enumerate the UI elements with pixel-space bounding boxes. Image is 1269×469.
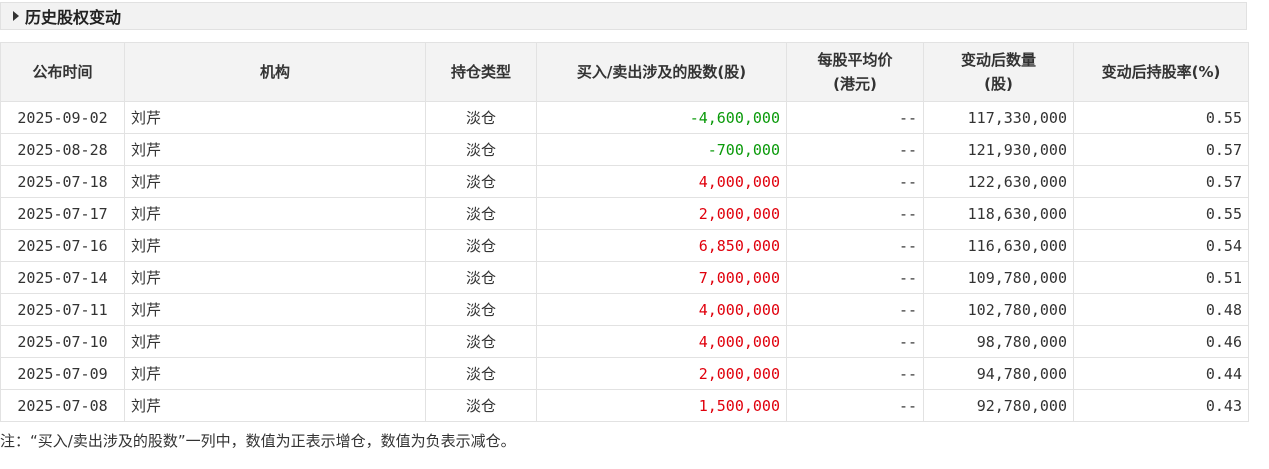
table-row: 2025-07-09 刘芹 淡仓 2,000,000 -- 94,780,000 0.44 xyxy=(0,357,1249,390)
table-row: 2025-09-02 刘芹 淡仓 -4,600,000 -- 117,330,000 0.5… xyxy=(0,101,1249,134)
cell-after-ratio: 0.43 xyxy=(1073,389,1249,422)
cell-after-ratio: 0.51 xyxy=(1073,261,1249,294)
col-header-after-qty: 变动后数量 (股) xyxy=(923,42,1074,102)
cell-after-qty: 122,630,000 xyxy=(923,165,1074,198)
cell-org: 刘芹 xyxy=(124,197,426,230)
cell-org: 刘芹 xyxy=(124,165,426,198)
cell-after-qty: 118,630,000 xyxy=(923,197,1074,230)
cell-type: 淡仓 xyxy=(425,229,537,262)
cell-org: 刘芹 xyxy=(124,261,426,294)
cell-date: 2025-07-18 xyxy=(0,165,125,198)
cell-type: 淡仓 xyxy=(425,261,537,294)
cell-after-ratio: 0.44 xyxy=(1073,357,1249,390)
equity-change-table: 公布时间 机构 持仓类型 买入/卖出涉及的股数(股) 每股平均价 (港元) 变动… xyxy=(0,42,1249,422)
footnote: 注：“买入/卖出涉及的股数”一列中，数值为正表示增仓，数值为负表示减仓。 xyxy=(0,432,516,450)
cell-after-qty: 102,780,000 xyxy=(923,293,1074,326)
col-header-after-qty-line2: (股) xyxy=(984,75,1013,93)
col-header-after-qty-line1: 变动后数量 xyxy=(960,51,1036,69)
cell-type: 淡仓 xyxy=(425,325,537,358)
cell-shares: -700,000 xyxy=(536,133,787,166)
section-title: 历史股权变动 xyxy=(25,8,122,27)
cell-org: 刘芹 xyxy=(124,101,426,134)
cell-avg-price: -- xyxy=(786,197,924,230)
cell-after-qty: 109,780,000 xyxy=(923,261,1074,294)
col-header-avg-price: 每股平均价 (港元) xyxy=(786,42,924,102)
table-row: 2025-07-08 刘芹 淡仓 1,500,000 -- 92,780,000 0.43 xyxy=(0,389,1249,422)
cell-after-qty: 117,330,000 xyxy=(923,101,1074,134)
cell-type: 淡仓 xyxy=(425,197,537,230)
cell-type: 淡仓 xyxy=(425,133,537,166)
cell-after-ratio: 0.55 xyxy=(1073,197,1249,230)
cell-after-qty: 92,780,000 xyxy=(923,389,1074,422)
cell-date: 2025-07-10 xyxy=(0,325,125,358)
cell-avg-price: -- xyxy=(786,357,924,390)
table-row: 2025-07-10 刘芹 淡仓 4,000,000 -- 98,780,000 0.46 xyxy=(0,325,1249,358)
cell-avg-price: -- xyxy=(786,101,924,134)
cell-shares: 2,000,000 xyxy=(536,197,787,230)
caret-right-icon[interactable] xyxy=(13,11,19,21)
cell-shares: 2,000,000 xyxy=(536,357,787,390)
cell-avg-price: -- xyxy=(786,261,924,294)
cell-after-ratio: 0.57 xyxy=(1073,165,1249,198)
cell-org: 刘芹 xyxy=(124,325,426,358)
table-row: 2025-07-14 刘芹 淡仓 7,000,000 -- 109,780,000 0.51 xyxy=(0,261,1249,294)
cell-org: 刘芹 xyxy=(124,357,426,390)
cell-after-ratio: 0.48 xyxy=(1073,293,1249,326)
cell-org: 刘芹 xyxy=(124,389,426,422)
col-header-type: 持仓类型 xyxy=(425,42,537,102)
col-header-after-ratio: 变动后持股率(%) xyxy=(1073,42,1249,102)
cell-after-ratio: 0.55 xyxy=(1073,101,1249,134)
cell-date: 2025-07-08 xyxy=(0,389,125,422)
section-header[interactable]: 历史股权变动 xyxy=(0,2,1247,30)
cell-after-ratio: 0.46 xyxy=(1073,325,1249,358)
cell-avg-price: -- xyxy=(786,389,924,422)
table-row: 2025-07-17 刘芹 淡仓 2,000,000 -- 118,630,000 0.55 xyxy=(0,197,1249,230)
table-header-row: 公布时间 机构 持仓类型 买入/卖出涉及的股数(股) 每股平均价 (港元) 变动… xyxy=(0,42,1249,102)
cell-type: 淡仓 xyxy=(425,357,537,390)
cell-shares: 7,000,000 xyxy=(536,261,787,294)
cell-shares: 4,000,000 xyxy=(536,325,787,358)
col-header-date: 公布时间 xyxy=(0,42,125,102)
cell-type: 淡仓 xyxy=(425,101,537,134)
col-header-shares: 买入/卖出涉及的股数(股) xyxy=(536,42,787,102)
cell-after-ratio: 0.57 xyxy=(1073,133,1249,166)
cell-after-ratio: 0.54 xyxy=(1073,229,1249,262)
cell-avg-price: -- xyxy=(786,165,924,198)
cell-date: 2025-07-16 xyxy=(0,229,125,262)
cell-avg-price: -- xyxy=(786,133,924,166)
cell-avg-price: -- xyxy=(786,229,924,262)
cell-org: 刘芹 xyxy=(124,293,426,326)
cell-date: 2025-07-09 xyxy=(0,357,125,390)
table-row: 2025-07-16 刘芹 淡仓 6,850,000 -- 116,630,000 0.54 xyxy=(0,229,1249,262)
table-row: 2025-07-11 刘芹 淡仓 4,000,000 -- 102,780,000 0.48 xyxy=(0,293,1249,326)
cell-date: 2025-08-28 xyxy=(0,133,125,166)
cell-date: 2025-07-17 xyxy=(0,197,125,230)
cell-date: 2025-09-02 xyxy=(0,101,125,134)
col-header-org: 机构 xyxy=(124,42,426,102)
cell-after-qty: 98,780,000 xyxy=(923,325,1074,358)
cell-after-qty: 116,630,000 xyxy=(923,229,1074,262)
cell-avg-price: -- xyxy=(786,293,924,326)
cell-avg-price: -- xyxy=(786,325,924,358)
cell-shares: -4,600,000 xyxy=(536,101,787,134)
cell-shares: 4,000,000 xyxy=(536,165,787,198)
cell-shares: 6,850,000 xyxy=(536,229,787,262)
cell-type: 淡仓 xyxy=(425,389,537,422)
cell-org: 刘芹 xyxy=(124,229,426,262)
table-row: 2025-07-18 刘芹 淡仓 4,000,000 -- 122,630,000 0.57 xyxy=(0,165,1249,198)
cell-date: 2025-07-11 xyxy=(0,293,125,326)
cell-after-qty: 121,930,000 xyxy=(923,133,1074,166)
cell-org: 刘芹 xyxy=(124,133,426,166)
cell-date: 2025-07-14 xyxy=(0,261,125,294)
cell-type: 淡仓 xyxy=(425,165,537,198)
col-header-avg-price-line2: (港元) xyxy=(833,75,877,93)
cell-shares: 1,500,000 xyxy=(536,389,787,422)
cell-type: 淡仓 xyxy=(425,293,537,326)
cell-after-qty: 94,780,000 xyxy=(923,357,1074,390)
table-row: 2025-08-28 刘芹 淡仓 -700,000 -- 121,930,000 0.57 xyxy=(0,133,1249,166)
col-header-avg-price-line1: 每股平均价 xyxy=(817,51,893,69)
cell-shares: 4,000,000 xyxy=(536,293,787,326)
